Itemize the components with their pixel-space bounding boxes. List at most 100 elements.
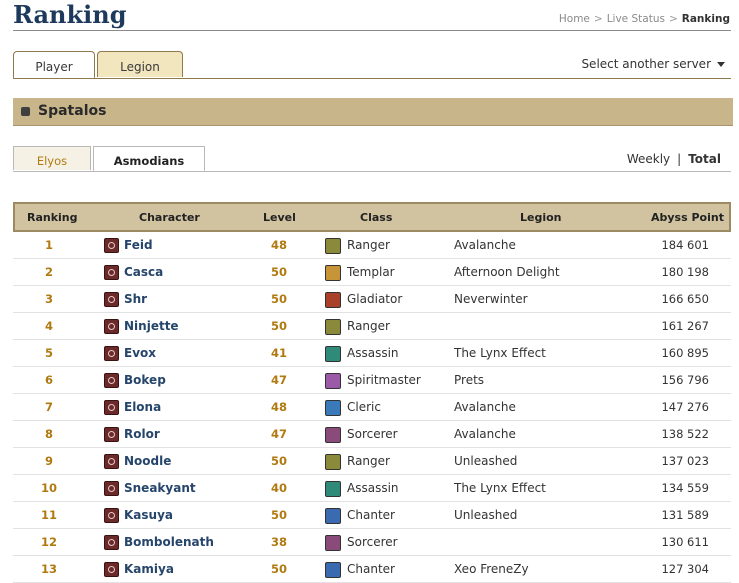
character-name-link[interactable]: Evox	[124, 346, 156, 360]
asmodian-emblem-icon	[104, 508, 119, 523]
chanter-icon	[325, 562, 341, 578]
class-name: Chanter	[347, 562, 395, 576]
rank-value: 6	[44, 373, 53, 387]
assassin-icon	[325, 481, 341, 497]
character-name-link[interactable]: Feid	[124, 238, 153, 252]
level-value: 50	[270, 265, 287, 279]
bullet-icon	[21, 107, 30, 116]
legion-name[interactable]: Avalanche	[454, 238, 516, 252]
server-select-label: Select another server	[581, 57, 711, 71]
tab-player[interactable]: Player	[13, 51, 95, 79]
asmodian-emblem-icon	[104, 373, 119, 388]
legion-name[interactable]: Unleashed	[454, 454, 517, 468]
class-name: Ranger	[347, 319, 390, 333]
legion-name[interactable]: Prets	[454, 373, 484, 387]
asmodian-emblem-icon	[104, 292, 119, 307]
character-name-link[interactable]: Sneakyant	[124, 481, 196, 495]
abyss-point-value: 166 650	[661, 292, 709, 306]
character-name-link[interactable]: Noodle	[124, 454, 171, 468]
asmodian-emblem-icon	[104, 562, 119, 577]
sorcerer-icon	[325, 535, 341, 551]
abyss-point-value: 127 304	[661, 562, 709, 576]
legion-name[interactable]: Xeo FreneZy	[454, 562, 529, 576]
class-name: Ranger	[347, 454, 390, 468]
asmodian-emblem-icon	[104, 238, 119, 253]
legion-name[interactable]: Neverwinter	[454, 292, 528, 306]
page-title: Ranking	[13, 0, 127, 29]
rank-value: 4	[44, 319, 53, 333]
column-class[interactable]: Class	[360, 211, 392, 224]
table-row: 8 Rolor 47 Sorcerer Avalanche 138 522	[13, 421, 731, 448]
column-legion[interactable]: Legion	[520, 211, 562, 224]
column-character[interactable]: Character	[139, 211, 200, 224]
chevron-down-icon	[717, 62, 725, 67]
character-name-link[interactable]: Shr	[124, 292, 147, 306]
character-name-link[interactable]: Kamiya	[124, 562, 174, 576]
table-row: 2 Casca 50 Templar Afternoon Delight 180 198	[13, 259, 731, 286]
server-select-dropdown[interactable]: Select another server	[581, 57, 725, 71]
table-row: 12 Bombolenath 38 Sorcerer 130 611	[13, 529, 731, 556]
class-name: Sorcerer	[347, 535, 398, 549]
chanter-icon	[325, 508, 341, 524]
level-value: 48	[270, 400, 287, 414]
table-row: 5 Evox 41 Assassin The Lynx Effect 160 895	[13, 340, 731, 367]
title-divider	[13, 30, 731, 31]
chevron-right-icon: >	[593, 13, 603, 25]
faction-divider	[13, 171, 731, 172]
class-name: Sorcerer	[347, 427, 398, 441]
column-abyss-point[interactable]: Abyss Point	[651, 211, 724, 224]
ranger-icon	[325, 238, 341, 254]
legion-name[interactable]: Unleashed	[454, 508, 517, 522]
abyss-point-value: 130 611	[661, 535, 709, 549]
abyss-point-value: 160 895	[661, 346, 709, 360]
rank-value: 1	[44, 238, 53, 252]
level-value: 50	[270, 562, 287, 576]
spiritmaster-icon	[325, 373, 341, 389]
level-value: 47	[270, 427, 287, 441]
character-name-link[interactable]: Bokep	[124, 373, 166, 387]
tab-elyos[interactable]: Elyos	[13, 146, 91, 170]
level-value: 41	[270, 346, 287, 360]
asmodian-emblem-icon	[104, 346, 119, 361]
level-value: 50	[270, 292, 287, 306]
character-name-link[interactable]: Rolor	[124, 427, 160, 441]
column-level[interactable]: Level	[263, 211, 296, 224]
tab-legion[interactable]: Legion	[97, 51, 183, 77]
abyss-point-value: 137 023	[661, 454, 709, 468]
character-name-link[interactable]: Ninjette	[124, 319, 179, 333]
ranger-icon	[325, 319, 341, 335]
level-value: 48	[270, 238, 287, 252]
asmodian-emblem-icon	[104, 400, 119, 415]
table-row: 9 Noodle 50 Ranger Unleashed 137 023	[13, 448, 731, 475]
level-value: 50	[270, 454, 287, 468]
class-name: Assassin	[347, 481, 399, 495]
legion-name[interactable]: The Lynx Effect	[454, 346, 546, 360]
legion-name[interactable]: Afternoon Delight	[454, 265, 560, 279]
breadcrumb-live-status[interactable]: Live Status	[607, 13, 665, 25]
tab-divider	[13, 78, 731, 79]
table-row: 10 Sneakyant 40 Assassin The Lynx Effect 134 …	[13, 475, 731, 502]
class-name: Ranger	[347, 238, 390, 252]
column-ranking[interactable]: Ranking	[27, 211, 78, 224]
character-name-link[interactable]: Casca	[124, 265, 163, 279]
period-weekly[interactable]: Weekly	[627, 152, 670, 166]
class-name: Cleric	[347, 400, 381, 414]
tab-asmodians[interactable]: Asmodians	[93, 146, 205, 172]
abyss-point-value: 184 601	[661, 238, 709, 252]
sorcerer-icon	[325, 427, 341, 443]
table-row: 11 Kasuya 50 Chanter Unleashed 131 589	[13, 502, 731, 529]
server-name: Spatalos	[38, 103, 107, 119]
character-name-link[interactable]: Elona	[124, 400, 161, 414]
character-name-link[interactable]: Kasuya	[124, 508, 173, 522]
character-name-link[interactable]: Bombolenath	[124, 535, 214, 549]
abyss-point-value: 138 522	[661, 427, 709, 441]
rank-value: 11	[40, 508, 57, 522]
legion-name[interactable]: Avalanche	[454, 427, 516, 441]
legion-name[interactable]: Avalanche	[454, 400, 516, 414]
legion-name[interactable]: The Lynx Effect	[454, 481, 546, 495]
abyss-point-value: 134 559	[661, 481, 709, 495]
period-total[interactable]: Total	[688, 152, 721, 166]
rank-value: 9	[44, 454, 53, 468]
table-row: 4 Ninjette 50 Ranger 161 267	[13, 313, 731, 340]
breadcrumb-home[interactable]: Home	[559, 13, 590, 25]
